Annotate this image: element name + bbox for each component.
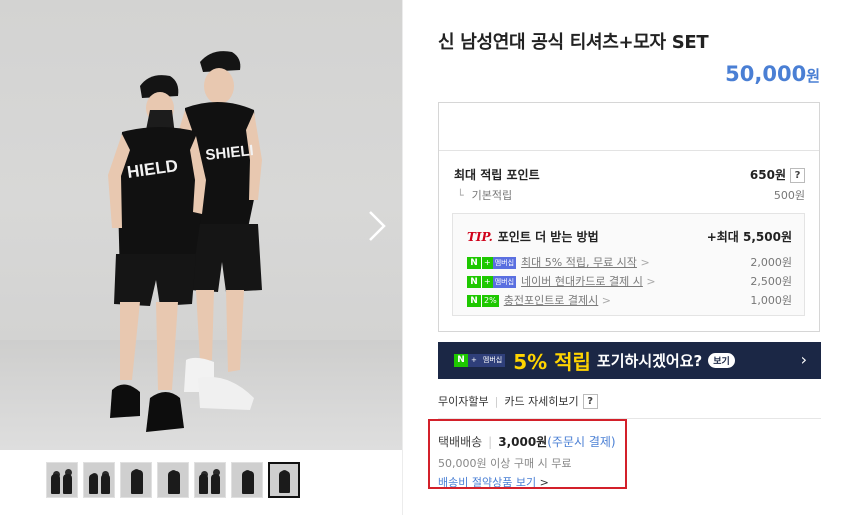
chevron-right-icon: > bbox=[601, 294, 611, 307]
thumbnail[interactable] bbox=[120, 462, 152, 498]
banner-percent: 5% 적립 bbox=[513, 350, 591, 374]
thumbnail-strip bbox=[46, 462, 300, 498]
price-currency: 원 bbox=[806, 67, 820, 85]
tip-row[interactable]: N + 멤버십 최대 5% 적립, 무료 시작 > 2,000원 bbox=[467, 254, 792, 270]
basic-points-row: └ 기본적립 500원 bbox=[457, 187, 805, 203]
max-points-value: 650원 bbox=[749, 168, 786, 182]
tip-title: 포인트 더 받는 방법 bbox=[497, 230, 599, 244]
product-title: 신 남성연대 공식 티셔츠+모자 SET bbox=[438, 32, 709, 53]
box-divider bbox=[439, 150, 819, 151]
thumbnail[interactable] bbox=[83, 462, 115, 498]
banner-see-badge: 보기 bbox=[708, 353, 735, 368]
tip-row-link[interactable]: 충전포인트로 결제시 bbox=[504, 294, 599, 307]
naver-membership-badge: N + 멤버십 bbox=[454, 354, 506, 367]
card-help-button[interactable]: ? bbox=[582, 393, 598, 409]
thumbnail[interactable] bbox=[46, 462, 78, 498]
chevron-right-icon: > bbox=[646, 275, 656, 288]
max-points-row: 최대 적립 포인트 650원? bbox=[454, 166, 805, 183]
basic-points-value: 500원 bbox=[773, 189, 805, 202]
tip-row[interactable]: N + 멤버십 네이버 현대카드로 결제 시 > 2,500원 bbox=[467, 273, 792, 289]
thumbnail-active[interactable] bbox=[268, 462, 300, 498]
product-page: HIELD SHIELI 신 남성연대 공식 티셔츠+모자 SET 50,000… bbox=[0, 0, 850, 515]
points-box: 최대 적립 포인트 650원? └ 기본적립 500원 TIP. 포인트 더 받는 … bbox=[438, 102, 820, 332]
naver-membership-badge: N + 멤버십 bbox=[467, 257, 517, 269]
max-points-label: 최대 적립 포인트 bbox=[454, 168, 540, 182]
highlight-box bbox=[428, 419, 627, 489]
product-main-image[interactable]: HIELD SHIELI bbox=[0, 0, 402, 450]
card-detail-link[interactable]: 카드 자세히보기 bbox=[504, 393, 578, 409]
naver-pay-points-badge: N 2% bbox=[467, 295, 499, 307]
payment-row: 무이자할부 | 카드 자세히보기 ? bbox=[438, 393, 598, 409]
separator: | bbox=[494, 394, 499, 408]
tip-row-link[interactable]: 최대 5% 적립, 무료 시작 bbox=[521, 256, 637, 269]
installment-label: 무이자할부 bbox=[438, 395, 489, 408]
tip-badge: TIP. bbox=[467, 230, 493, 244]
thumbnail[interactable] bbox=[194, 462, 226, 498]
models-photo: HIELD SHIELI bbox=[108, 51, 262, 432]
next-image-button[interactable] bbox=[362, 206, 392, 246]
chevron-right-icon bbox=[369, 211, 386, 241]
thumbnail[interactable] bbox=[231, 462, 263, 498]
tip-header: TIP. 포인트 더 받는 방법 +최대 5,500원 bbox=[467, 228, 792, 245]
tip-row-amount: 1,000원 bbox=[750, 294, 792, 307]
tip-row-amount: 2,000원 bbox=[750, 256, 792, 269]
chevron-right-icon: › bbox=[800, 350, 807, 369]
tree-branch-icon: └ bbox=[457, 189, 464, 202]
chevron-right-icon: > bbox=[640, 256, 650, 269]
tip-row-link[interactable]: 네이버 현대카드로 결제 시 bbox=[521, 275, 643, 288]
tip-row[interactable]: N 2% 충전포인트로 결제시 > 1,000원 bbox=[467, 292, 792, 308]
thumbnail[interactable] bbox=[157, 462, 189, 498]
membership-banner[interactable]: N + 멤버십 5% 적립 포기하시겠어요? 보기 › bbox=[438, 342, 821, 379]
points-help-button[interactable]: ? bbox=[790, 168, 805, 183]
tip-panel: TIP. 포인트 더 받는 방법 +최대 5,500원 N + 멤버십 최대 5% 적립… bbox=[452, 213, 805, 316]
tip-row-amount: 2,500원 bbox=[750, 275, 792, 288]
naver-membership-badge: N + 멤버십 bbox=[467, 276, 517, 288]
product-price: 50,000원 bbox=[725, 62, 820, 86]
banner-message: 포기하시겠어요? bbox=[596, 352, 703, 370]
basic-points-label: 기본적립 bbox=[471, 189, 513, 202]
price-value: 50,000 bbox=[725, 62, 807, 86]
tip-max: +최대 5,500원 bbox=[706, 230, 792, 244]
product-gallery: HIELD SHIELI bbox=[0, 0, 402, 515]
